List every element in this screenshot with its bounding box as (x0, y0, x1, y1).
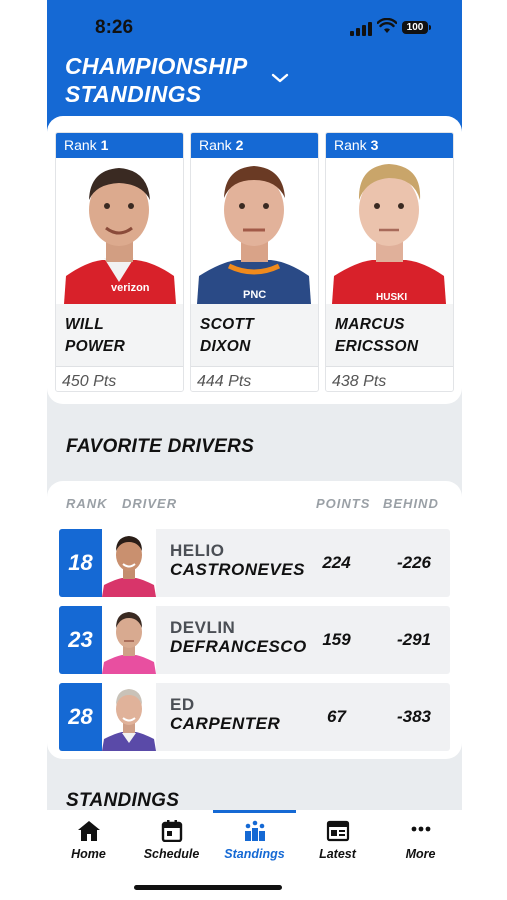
driver-points: 438 Pts (326, 366, 453, 391)
title-line-1: CHAMPIONSHIP (65, 53, 248, 79)
news-icon (326, 820, 350, 842)
favorite-drivers-panel: RANK DRIVER POINTS BEHIND 18 HELIO CASTR… (47, 481, 462, 759)
driver-name: ED CARPENTER (170, 695, 281, 733)
driver-photo: verizon (56, 158, 183, 304)
driver-name: DEVLIN DEFRANCESCO (170, 618, 307, 656)
driver-name: HELIO CASTRONEVES (170, 541, 305, 579)
rank-label: Rank 3 (326, 133, 453, 158)
driver-name: MARCUS ERICSSON (335, 316, 419, 355)
driver-thumbnail (102, 529, 156, 597)
tab-standings[interactable]: Standings (213, 810, 296, 870)
home-indicator[interactable] (134, 885, 282, 890)
column-header-rank: RANK (66, 496, 108, 511)
favorite-driver-row[interactable]: 18 HELIO CASTRONEVES 224 -226 (59, 529, 450, 597)
standings-icon (245, 820, 265, 841)
chevron-down-icon[interactable] (271, 72, 289, 84)
signal-icon (350, 22, 372, 36)
status-bar: 8:26 100 (47, 0, 462, 52)
favorite-driver-row[interactable]: 28 ED CARPENTER 67 -383 (59, 683, 450, 751)
driver-thumbnail (102, 683, 156, 751)
home-icon (78, 821, 100, 841)
top-three-panel: Rank 1 verizon WILL POWER 450 Pts Rank 2… (47, 116, 462, 404)
driver-photo: PNC (191, 158, 318, 304)
driver-rank: 18 (59, 529, 102, 597)
sponsor-text: HUSKI (376, 292, 407, 303)
driver-card-rank-2[interactable]: Rank 2 PNC SCOTT DIXON 444 Pts (190, 132, 319, 392)
tab-label: Latest (319, 847, 356, 861)
favorite-driver-row[interactable]: 23 DEVLIN DEFRANCESCO 159 -291 (59, 606, 450, 674)
header: 8:26 100 CHAMPIONSHIP STANDINGS (47, 0, 462, 135)
tab-schedule[interactable]: Schedule (130, 810, 213, 870)
title-line-2: STANDINGS (65, 81, 202, 107)
more-icon (411, 826, 431, 832)
driver-thumbnail (102, 606, 156, 674)
driver-points: 450 Pts (56, 366, 183, 391)
status-time: 8:26 (95, 17, 134, 38)
driver-rank: 28 (59, 683, 102, 751)
driver-points: 67 (327, 707, 346, 726)
driver-card-rank-3[interactable]: Rank 3 HUSKI MARCUS ERICSSON 438 Pts (325, 132, 454, 392)
tab-label: More (405, 847, 436, 861)
driver-name: SCOTT DIXON (200, 316, 255, 355)
driver-behind: -291 (396, 630, 432, 649)
driver-behind: -226 (396, 553, 432, 572)
wifi-icon (377, 18, 397, 33)
battery-icon: 100 (402, 21, 431, 34)
page-title[interactable]: CHAMPIONSHIP STANDINGS (65, 52, 248, 108)
app-screen: 8:26 100 CHAMPIONSHIP STANDINGS Rank 1 v… (47, 0, 462, 900)
favorite-drivers-heading: FAVORITE DRIVERS (66, 436, 255, 457)
tab-latest[interactable]: Latest (296, 810, 379, 870)
sponsor-text: verizon (111, 282, 150, 294)
driver-points: 224 (322, 553, 351, 572)
column-header-behind: BEHIND (383, 496, 439, 511)
column-header-points: POINTS (316, 496, 371, 511)
tab-label: Home (71, 847, 106, 861)
driver-behind: -383 (396, 707, 432, 726)
driver-card-rank-1[interactable]: Rank 1 verizon WILL POWER 450 Pts (55, 132, 184, 392)
driver-points: 444 Pts (191, 366, 318, 391)
rank-label: Rank 2 (191, 133, 318, 158)
driver-photo: HUSKI (326, 158, 453, 304)
column-header-driver: DRIVER (122, 496, 178, 511)
standings-heading: STANDINGS (66, 790, 180, 811)
rank-label: Rank 1 (56, 133, 183, 158)
tab-more[interactable]: More (379, 810, 462, 870)
tab-label: Schedule (143, 847, 200, 861)
driver-name: WILL POWER (65, 316, 126, 355)
tab-label: Standings (224, 847, 285, 861)
tab-home[interactable]: Home (47, 810, 130, 870)
driver-rank: 23 (59, 606, 102, 674)
sponsor-text: PNC (243, 289, 266, 301)
calendar-icon (161, 820, 183, 842)
driver-points: 159 (322, 630, 351, 649)
